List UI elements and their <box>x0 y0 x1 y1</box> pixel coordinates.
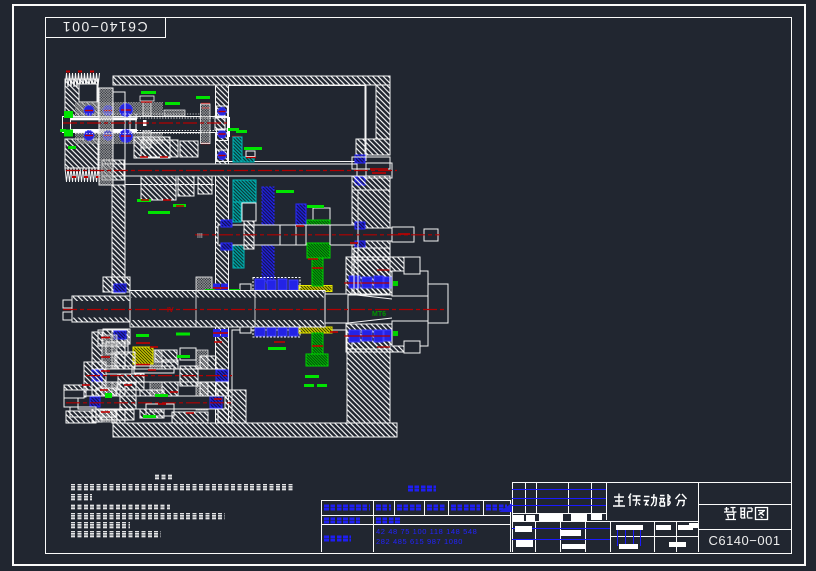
svg-text:MT6: MT6 <box>372 311 386 318</box>
svg-text:IV: IV <box>167 307 174 314</box>
svg-text:III: III <box>197 233 203 240</box>
